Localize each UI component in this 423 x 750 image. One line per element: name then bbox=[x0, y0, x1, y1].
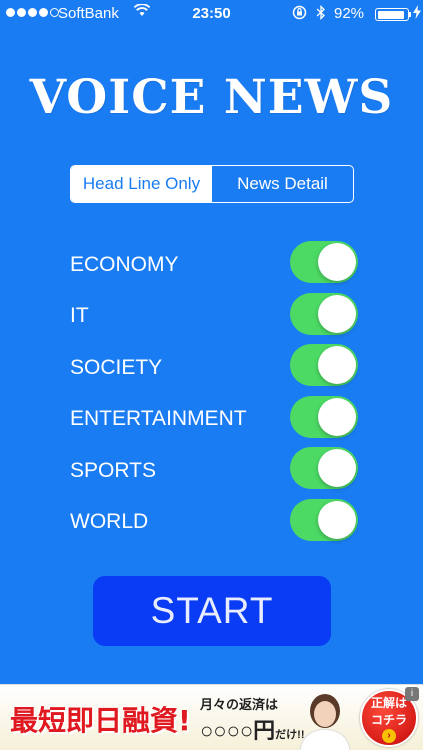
ad-banner[interactable]: 最短即日融資! 月々の返済は ○○○○円だけ!! 正解は コチラ › i bbox=[0, 684, 423, 750]
battery-icon bbox=[375, 8, 409, 21]
category-label: ENTERTAINMENT bbox=[70, 407, 247, 431]
category-label: SOCIETY bbox=[70, 355, 163, 379]
category-toggle-sports[interactable] bbox=[290, 447, 358, 489]
ad-text-line1: 月々の返済は bbox=[200, 697, 279, 712]
segment-head-line-only[interactable]: Head Line Only bbox=[71, 166, 212, 202]
charging-icon bbox=[413, 5, 421, 22]
category-label: IT bbox=[70, 304, 89, 328]
toggle-knob bbox=[318, 243, 356, 281]
ad-cta-line1: 正解は bbox=[370, 695, 407, 710]
category-row-economy: ECONOMY bbox=[70, 239, 358, 291]
category-row-it: IT bbox=[70, 291, 358, 343]
start-button[interactable]: START bbox=[93, 576, 331, 646]
mode-segmented-control: Head Line Only News Detail bbox=[70, 165, 354, 203]
app-title: VOICE NEWS bbox=[29, 70, 394, 125]
battery-tip bbox=[409, 12, 411, 17]
info-icon[interactable]: i bbox=[405, 687, 419, 701]
toggle-knob bbox=[318, 346, 356, 384]
toggle-knob bbox=[318, 449, 356, 487]
category-label: SPORTS bbox=[70, 458, 156, 482]
rotation-lock-icon bbox=[292, 5, 307, 23]
category-label: ECONOMY bbox=[70, 252, 179, 276]
category-row-society: SOCIETY bbox=[70, 342, 358, 394]
battery-percent: 92% bbox=[334, 5, 365, 22]
category-toggle-world[interactable] bbox=[290, 498, 358, 541]
bluetooth-icon bbox=[316, 4, 326, 23]
category-toggle-it[interactable] bbox=[290, 292, 358, 335]
toggle-knob bbox=[318, 500, 356, 539]
ad-headline: 最短即日融資! bbox=[10, 704, 191, 737]
category-row-entertainment: ENTERTAINMENT bbox=[70, 394, 358, 446]
ad-text-line2: ○○○○円だけ!! bbox=[200, 713, 304, 745]
battery-level bbox=[377, 10, 405, 19]
ad-text-amount: ○○○○円 bbox=[200, 718, 276, 743]
category-row-world: WORLD bbox=[70, 497, 358, 549]
chevron-right-icon: › bbox=[382, 728, 396, 743]
category-row-sports: SPORTS bbox=[70, 445, 358, 497]
toggle-knob bbox=[318, 294, 356, 333]
category-list: ECONOMY IT SOCIETY ENTERTAINMENT SPORTS WORLD bbox=[70, 239, 358, 548]
ad-person-image bbox=[290, 689, 360, 750]
toggle-knob bbox=[318, 397, 356, 436]
segment-news-detail[interactable]: News Detail bbox=[212, 166, 353, 202]
category-label: WORLD bbox=[70, 510, 149, 534]
status-bar: SoftBank 23:50 92% bbox=[0, 0, 423, 28]
category-toggle-entertainment[interactable] bbox=[290, 395, 358, 438]
ad-cta-line2: コチラ bbox=[370, 712, 407, 727]
category-toggle-economy[interactable] bbox=[290, 241, 358, 283]
category-toggle-society[interactable] bbox=[290, 344, 358, 386]
